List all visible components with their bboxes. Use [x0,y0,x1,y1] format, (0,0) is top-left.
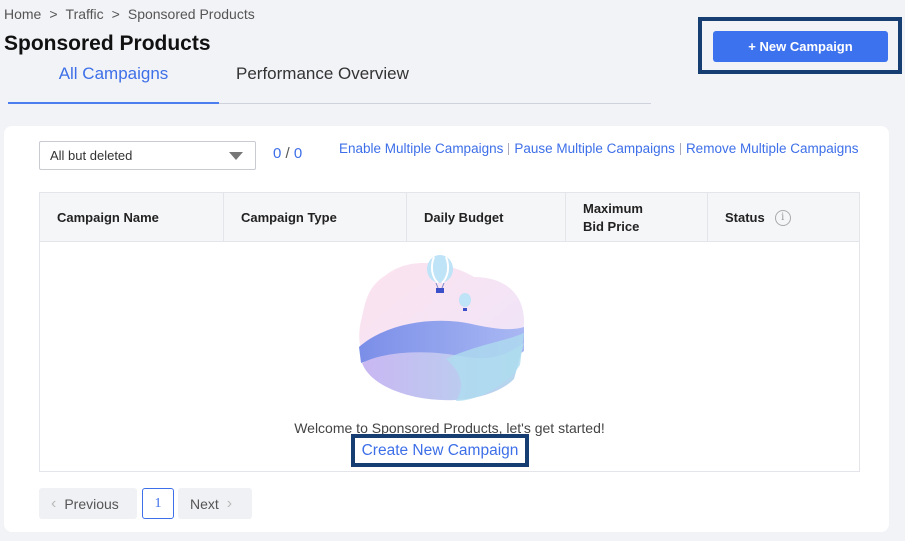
column-label: Campaign Type [241,210,337,225]
chevron-left-icon: ‹ [51,494,57,512]
pause-multiple-link[interactable]: Pause Multiple Campaigns [514,141,675,156]
campaigns-card: All but deleted 0 / 0 Enable Multiple Ca… [4,126,889,532]
tab-bar: All Campaigns Performance Overview [8,58,651,104]
create-campaign-highlight-box: Create New Campaign [351,434,529,467]
new-campaign-button[interactable]: + New Campaign [713,31,888,62]
divider [679,142,681,155]
bulk-actions: Enable Multiple Campaigns Pause Multiple… [339,141,859,156]
status-filter-value: All but deleted [50,148,133,163]
column-label: Maximum Bid Price [583,200,643,236]
column-label-line: Bid Price [583,218,640,234]
campaigns-table: Campaign Name Campaign Type Daily Budget… [39,192,860,472]
tab-all-campaigns[interactable]: All Campaigns [8,64,219,104]
table-header: Campaign Name Campaign Type Daily Budget… [40,193,859,242]
column-label: Campaign Name [57,210,159,225]
selection-count: 0 / 0 [273,145,302,162]
breadcrumb-separator: > [49,6,58,22]
chevron-down-icon [229,152,243,160]
next-label: Next [190,495,219,512]
column-header-max-bid-price[interactable]: Maximum Bid Price [566,193,708,242]
next-page-button[interactable]: Next › [178,488,252,519]
column-header-status[interactable]: Status i [708,193,860,242]
empty-state-illustration [359,255,524,401]
breadcrumb-home[interactable]: Home [4,6,41,22]
count-separator: / [285,145,290,162]
remove-multiple-link[interactable]: Remove Multiple Campaigns [686,141,859,156]
info-icon[interactable]: i [774,209,791,226]
breadcrumb: Home > Traffic > Sponsored Products [4,6,255,22]
breadcrumb-current: Sponsored Products [127,6,255,22]
divider [508,142,510,155]
chevron-right-icon: › [226,494,233,512]
selected-count: 0 [273,145,282,162]
create-new-campaign-link[interactable]: Create New Campaign [355,438,525,463]
new-campaign-highlight-box: + New Campaign [698,17,902,74]
breadcrumb-traffic[interactable]: Traffic [66,6,104,22]
page-number-button[interactable]: 1 [142,488,174,519]
tab-performance-overview[interactable]: Performance Overview [236,64,409,84]
previous-page-button[interactable]: ‹ Previous [39,488,137,519]
column-header-daily-budget[interactable]: Daily Budget [407,193,566,242]
status-filter-select[interactable]: All but deleted [39,141,256,170]
column-label-line: Maximum [583,200,643,216]
page-title: Sponsored Products [4,32,211,55]
column-label: Status [725,210,765,225]
column-header-campaign-name[interactable]: Campaign Name [40,193,224,242]
breadcrumb-separator: > [111,6,120,22]
enable-multiple-link[interactable]: Enable Multiple Campaigns [339,141,503,156]
previous-label: Previous [64,495,119,512]
column-label: Daily Budget [424,210,504,225]
column-header-campaign-type[interactable]: Campaign Type [224,193,407,242]
total-count: 0 [293,145,303,162]
